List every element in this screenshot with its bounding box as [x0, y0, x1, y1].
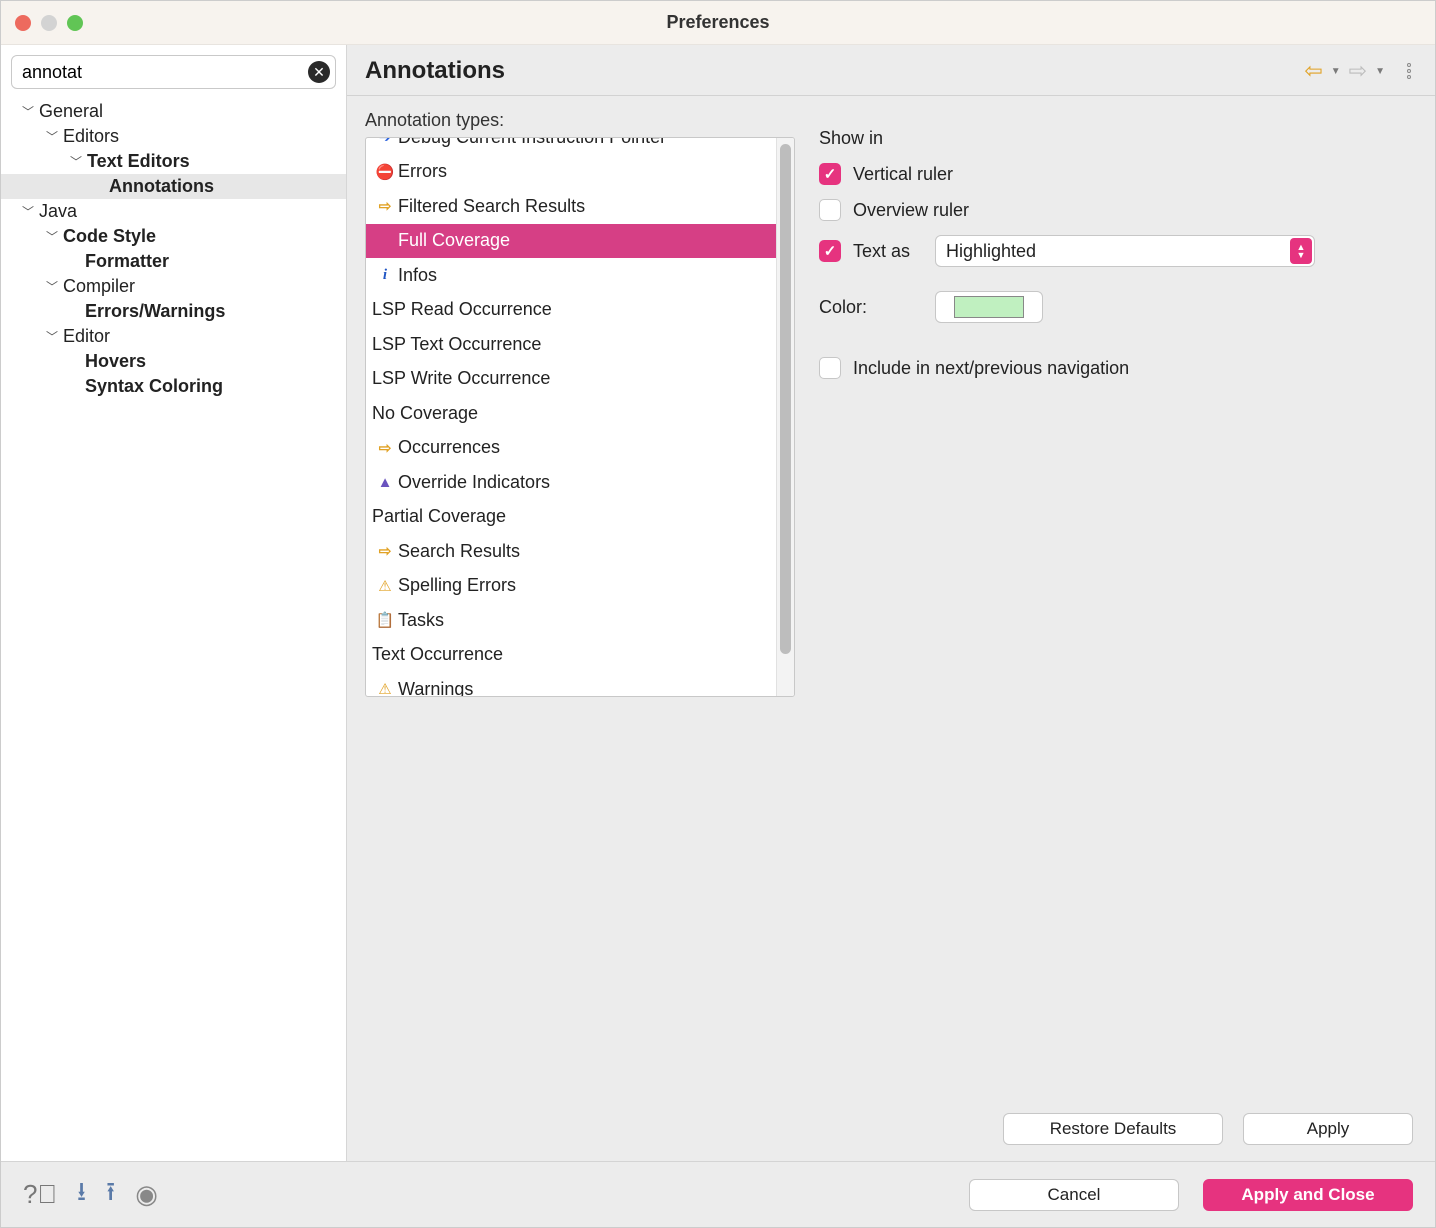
export-icon[interactable]: ⭱ [106, 1173, 115, 1217]
tree-item-general[interactable]: ﹀General [1, 99, 346, 124]
titlebar: Preferences [1, 1, 1435, 45]
list-item-selected[interactable]: Full Coverage [366, 224, 776, 259]
list-item[interactable]: LSP Write Occurrence [366, 362, 776, 397]
info-icon: i [372, 267, 398, 284]
task-icon: 📋 [372, 611, 398, 629]
tree-item-errors-warnings[interactable]: Errors/Warnings [1, 299, 346, 324]
tree-item-syntax-coloring[interactable]: Syntax Coloring [1, 374, 346, 399]
annotation-types-label: Annotation types: [365, 110, 795, 131]
clear-filter-icon[interactable]: ✕ [308, 61, 330, 83]
list-item[interactable]: ▲Override Indicators [366, 465, 776, 500]
tree-item-formatter[interactable]: Formatter [1, 249, 346, 274]
apply-and-close-button[interactable]: Apply and Close [1203, 1179, 1413, 1211]
tree-item-code-style[interactable]: ﹀Code Style [1, 224, 346, 249]
import-icon[interactable]: ⭳ [77, 1173, 86, 1217]
color-swatch [954, 296, 1024, 318]
text-as-value: Highlighted [946, 241, 1036, 262]
window-close-button[interactable] [15, 15, 31, 31]
list-item[interactable]: ⇨Search Results [366, 534, 776, 569]
vertical-ruler-checkbox[interactable]: ✓ [819, 163, 841, 185]
select-arrows-icon: ▲▼ [1290, 238, 1312, 264]
list-item[interactable]: LSP Text Occurrence [366, 327, 776, 362]
override-icon: ▲ [372, 474, 398, 491]
filter-input[interactable] [11, 55, 336, 89]
nav-forward-icon: ⇨ [1349, 58, 1367, 84]
oomph-icon[interactable]: ◉ [135, 1179, 158, 1210]
list-item[interactable]: Text Occurrence [366, 638, 776, 673]
tree-item-compiler[interactable]: ﹀Compiler [1, 274, 346, 299]
debug-pointer-icon: ➔ [372, 138, 398, 146]
list-item[interactable]: No Coverage [366, 396, 776, 431]
overview-ruler-label: Overview ruler [853, 200, 969, 221]
scrollbar-thumb[interactable] [780, 144, 791, 654]
window-title: Preferences [1, 12, 1435, 33]
apply-button[interactable]: Apply [1243, 1113, 1413, 1145]
list-item[interactable]: ⚠Spelling Errors [366, 569, 776, 604]
window-minimize-button[interactable] [41, 15, 57, 31]
cancel-button[interactable]: Cancel [969, 1179, 1179, 1211]
show-in-label: Show in [819, 128, 883, 149]
text-as-select[interactable]: Highlighted ▲▼ [935, 235, 1315, 267]
list-item[interactable]: LSP Read Occurrence [366, 293, 776, 328]
text-as-checkbox[interactable]: ✓ [819, 240, 841, 262]
annotation-types-list[interactable]: ➔Debug Current Instruction Pointer ⛔Erro… [365, 137, 795, 697]
page-title: Annotations [365, 57, 1304, 85]
tree-item-annotations[interactable]: Annotations [1, 174, 346, 199]
color-label: Color: [819, 297, 923, 318]
error-icon: ⛔ [372, 163, 398, 181]
restore-defaults-button[interactable]: Restore Defaults [1003, 1113, 1223, 1145]
search-result-icon: ⇨ [372, 197, 398, 215]
overview-ruler-checkbox[interactable] [819, 199, 841, 221]
tree-item-editor[interactable]: ﹀Editor [1, 324, 346, 349]
list-item[interactable]: ⛔Errors [366, 155, 776, 190]
list-item[interactable]: ➔Debug Current Instruction Pointer [366, 138, 776, 155]
nav-back-icon[interactable]: ⇦ [1304, 58, 1322, 84]
text-as-label: Text as [853, 241, 923, 262]
page-menu-icon[interactable] [1401, 63, 1417, 79]
tree-item-java[interactable]: ﹀Java [1, 199, 346, 224]
include-nav-label: Include in next/previous navigation [853, 358, 1129, 379]
nav-back-menu-icon[interactable]: ▼ [1331, 66, 1341, 77]
warning-icon: ⚠ [372, 680, 398, 696]
window-zoom-button[interactable] [67, 15, 83, 31]
warning-icon: ⚠ [372, 577, 398, 595]
occurrence-icon: ⇨ [372, 439, 398, 457]
color-picker[interactable] [935, 291, 1043, 323]
tree-item-text-editors[interactable]: ﹀Text Editors [1, 149, 346, 174]
list-item[interactable]: ⇨Filtered Search Results [366, 189, 776, 224]
include-nav-checkbox[interactable] [819, 357, 841, 379]
list-item[interactable]: 📋Tasks [366, 603, 776, 638]
list-item[interactable]: ⚠Warnings [366, 672, 776, 696]
nav-forward-menu-icon[interactable]: ▼ [1375, 66, 1385, 77]
tree-item-editors[interactable]: ﹀Editors [1, 124, 346, 149]
help-icon[interactable]: ?⃝ [23, 1179, 57, 1210]
preference-tree[interactable]: ﹀General ﹀Editors ﹀Text Editors Annotati… [1, 95, 346, 1161]
search-result-icon: ⇨ [372, 542, 398, 560]
list-item[interactable]: ⇨Occurrences [366, 431, 776, 466]
tree-item-hovers[interactable]: Hovers [1, 349, 346, 374]
list-item[interactable]: iInfos [366, 258, 776, 293]
list-item[interactable]: Partial Coverage [366, 500, 776, 535]
list-scrollbar[interactable] [776, 138, 794, 696]
vertical-ruler-label: Vertical ruler [853, 164, 953, 185]
